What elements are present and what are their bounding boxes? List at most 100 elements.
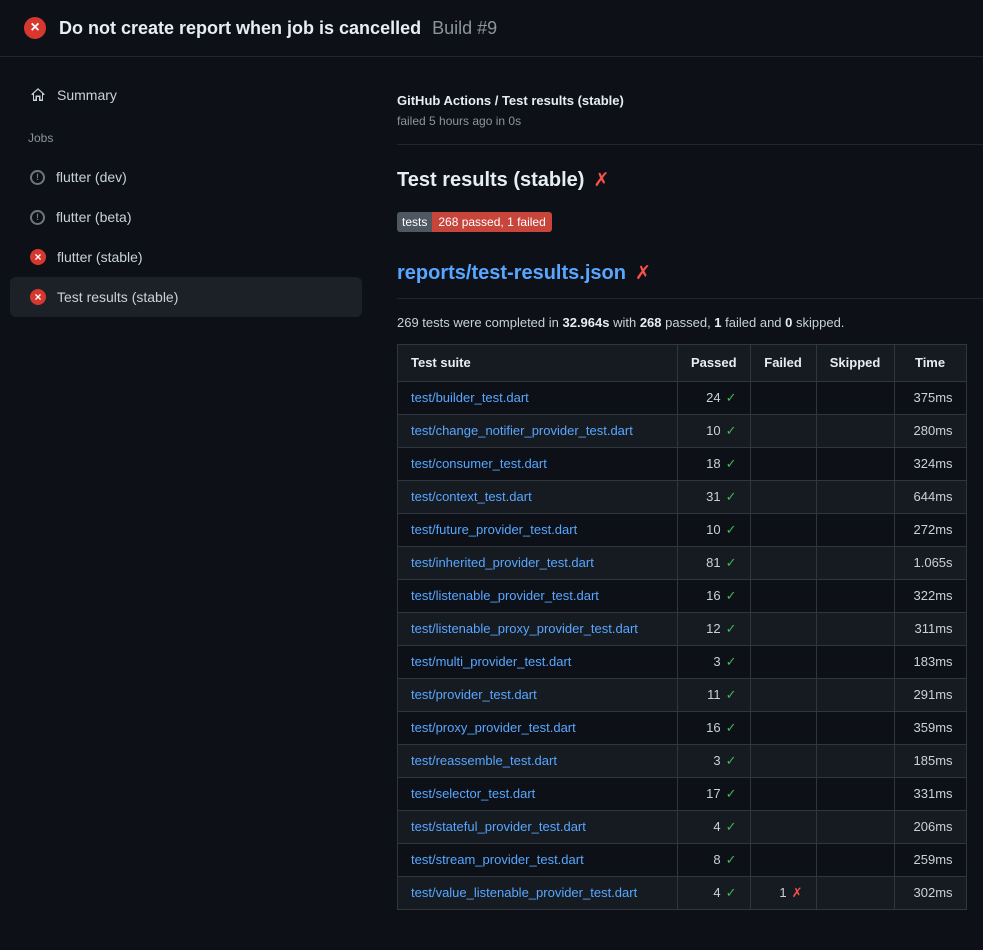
badge-label: tests [397,212,432,232]
suite-link[interactable]: test/future_provider_test.dart [411,522,577,537]
suite-link[interactable]: test/context_test.dart [411,489,532,504]
passed-count: 12 [706,621,720,636]
suite-link[interactable]: test/listenable_provider_test.dart [411,588,599,603]
table-row: test/stream_provider_test.dart 8✓ 259ms [398,844,967,877]
fail-cross-icon: ✗ [792,885,803,900]
skipped-cell [816,514,894,547]
time-cell: 272ms [894,514,966,547]
sidebar-item-flutter-dev[interactable]: flutter (dev) [10,157,362,197]
sidebar-item-flutter-stable[interactable]: flutter (stable) [10,237,362,277]
table-row: test/listenable_provider_test.dart 16✓ 3… [398,580,967,613]
col-passed: Passed [678,345,751,382]
pass-check-icon: ✓ [726,786,737,801]
table-row: test/inherited_provider_test.dart 81 ✓ 1.… [398,547,967,580]
summary-value-duration: 32.964s [562,315,609,330]
failed-cell [750,481,816,514]
suite-link[interactable]: test/consumer_test.dart [411,456,547,471]
section-title: Test results (stable) ✗ [397,169,983,192]
time-cell: 302ms [894,877,966,910]
table-row: test/stateful_provider_test.dart 4✓ 206m… [398,811,967,844]
passed-cell: 8✓ [678,844,751,877]
suite-link[interactable]: test/multi_provider_test.dart [411,654,571,669]
passed-count: 10 [706,522,720,537]
passed-cell: 10 ✓ [678,514,751,547]
suite-link[interactable]: test/selector_test.dart [411,786,535,801]
status-line: failed 5 hours ago in 0s [397,114,983,128]
summary-line: 269 tests were completed in 32.964s with… [397,315,983,330]
report-link[interactable]: reports/test-results.json [397,262,626,285]
sidebar-item-summary[interactable]: Summary [10,75,362,115]
time-cell: 311ms [894,613,966,646]
table-row: test/selector_test.dart 17✓ 331ms [398,778,967,811]
table-row: test/listenable_proxy_provider_test.dart… [398,613,967,646]
skipped-cell [816,448,894,481]
table-row: test/multi_provider_test.dart 3✓ 183ms [398,646,967,679]
sidebar: Summary Jobs flutter (dev) flutter (beta… [0,57,372,335]
summary-text-part: with [609,315,639,330]
failed-status-icon [30,249,46,265]
results-table-body: test/builder_test.dart 24✓ 375ms test/ch… [398,382,967,910]
pass-check-icon: ✓ [726,423,737,438]
page-title: Do not create report when job is cancell… [59,14,497,42]
failed-cell [750,382,816,415]
tests-badge: tests 268 passed, 1 failed [397,212,552,232]
suite-link[interactable]: test/proxy_provider_test.dart [411,720,576,735]
passed-cell: 31✓ [678,481,751,514]
passed-count: 81 [706,555,720,570]
table-row: test/proxy_provider_test.dart 16✓ 359ms [398,712,967,745]
table-row: test/change_notifier_provider_test.dart … [398,415,967,448]
suite-link[interactable]: test/stateful_provider_test.dart [411,819,586,834]
sidebar-item-flutter-beta[interactable]: flutter (beta) [10,197,362,237]
time-cell: 185ms [894,745,966,778]
passed-count: 3 [713,654,720,669]
skipped-cell [816,745,894,778]
skipped-cell [816,481,894,514]
table-row: test/context_test.dart 31✓ 644ms [398,481,967,514]
badge-value: 268 passed, 1 failed [432,212,551,232]
col-failed: Failed [750,345,816,382]
failed-cell [750,712,816,745]
suite-link[interactable]: test/listenable_proxy_provider_test.dart [411,621,638,636]
passed-count: 10 [706,423,720,438]
passed-cell: 4✓ [678,811,751,844]
suite-link[interactable]: test/change_notifier_provider_test.dart [411,423,633,438]
sidebar-item-label: flutter (dev) [56,169,127,185]
time-cell: 1.065s [894,547,966,580]
suite-link[interactable]: test/stream_provider_test.dart [411,852,584,867]
sidebar-item-test-results-stable[interactable]: Test results (stable) [10,277,362,317]
skipped-cell [816,844,894,877]
build-number: Build #9 [432,18,497,38]
pass-check-icon: ✓ [726,522,737,537]
divider [397,144,983,145]
skipped-cell [816,679,894,712]
pass-check-icon: ✓ [726,852,737,867]
table-row: test/reassemble_test.dart 3✓ 185ms [398,745,967,778]
col-time: Time [894,345,966,382]
pass-check-icon: ✓ [726,390,737,405]
suite-link[interactable]: test/provider_test.dart [411,687,537,702]
skipped-cell [816,877,894,910]
failed-cell [750,547,816,580]
failed-status-icon [30,289,46,305]
time-cell: 259ms [894,844,966,877]
passed-count: 4 [713,819,720,834]
page-body: Summary Jobs flutter (dev) flutter (beta… [0,57,983,940]
summary-text-part: passed, [662,315,715,330]
sidebar-item-label: flutter (beta) [56,209,131,225]
failed-cell [750,514,816,547]
pass-check-icon: ✓ [726,555,737,570]
suite-link[interactable]: test/inherited_provider_test.dart [411,555,594,570]
suite-link[interactable]: test/value_listenable_provider_test.dart [411,885,637,900]
failed-cell [750,844,816,877]
check-title: Do not create report when job is cancell… [59,18,421,38]
check-run-header: Do not create report when job is cancell… [0,0,983,57]
passed-cell: 16✓ [678,712,751,745]
time-cell: 331ms [894,778,966,811]
home-icon [30,87,46,103]
pass-check-icon: ✓ [726,819,737,834]
suite-link[interactable]: test/builder_test.dart [411,390,529,405]
passed-cell: 81 ✓ [678,547,751,580]
suite-link[interactable]: test/reassemble_test.dart [411,753,557,768]
failed-cell [750,646,816,679]
passed-count: 18 [706,456,720,471]
